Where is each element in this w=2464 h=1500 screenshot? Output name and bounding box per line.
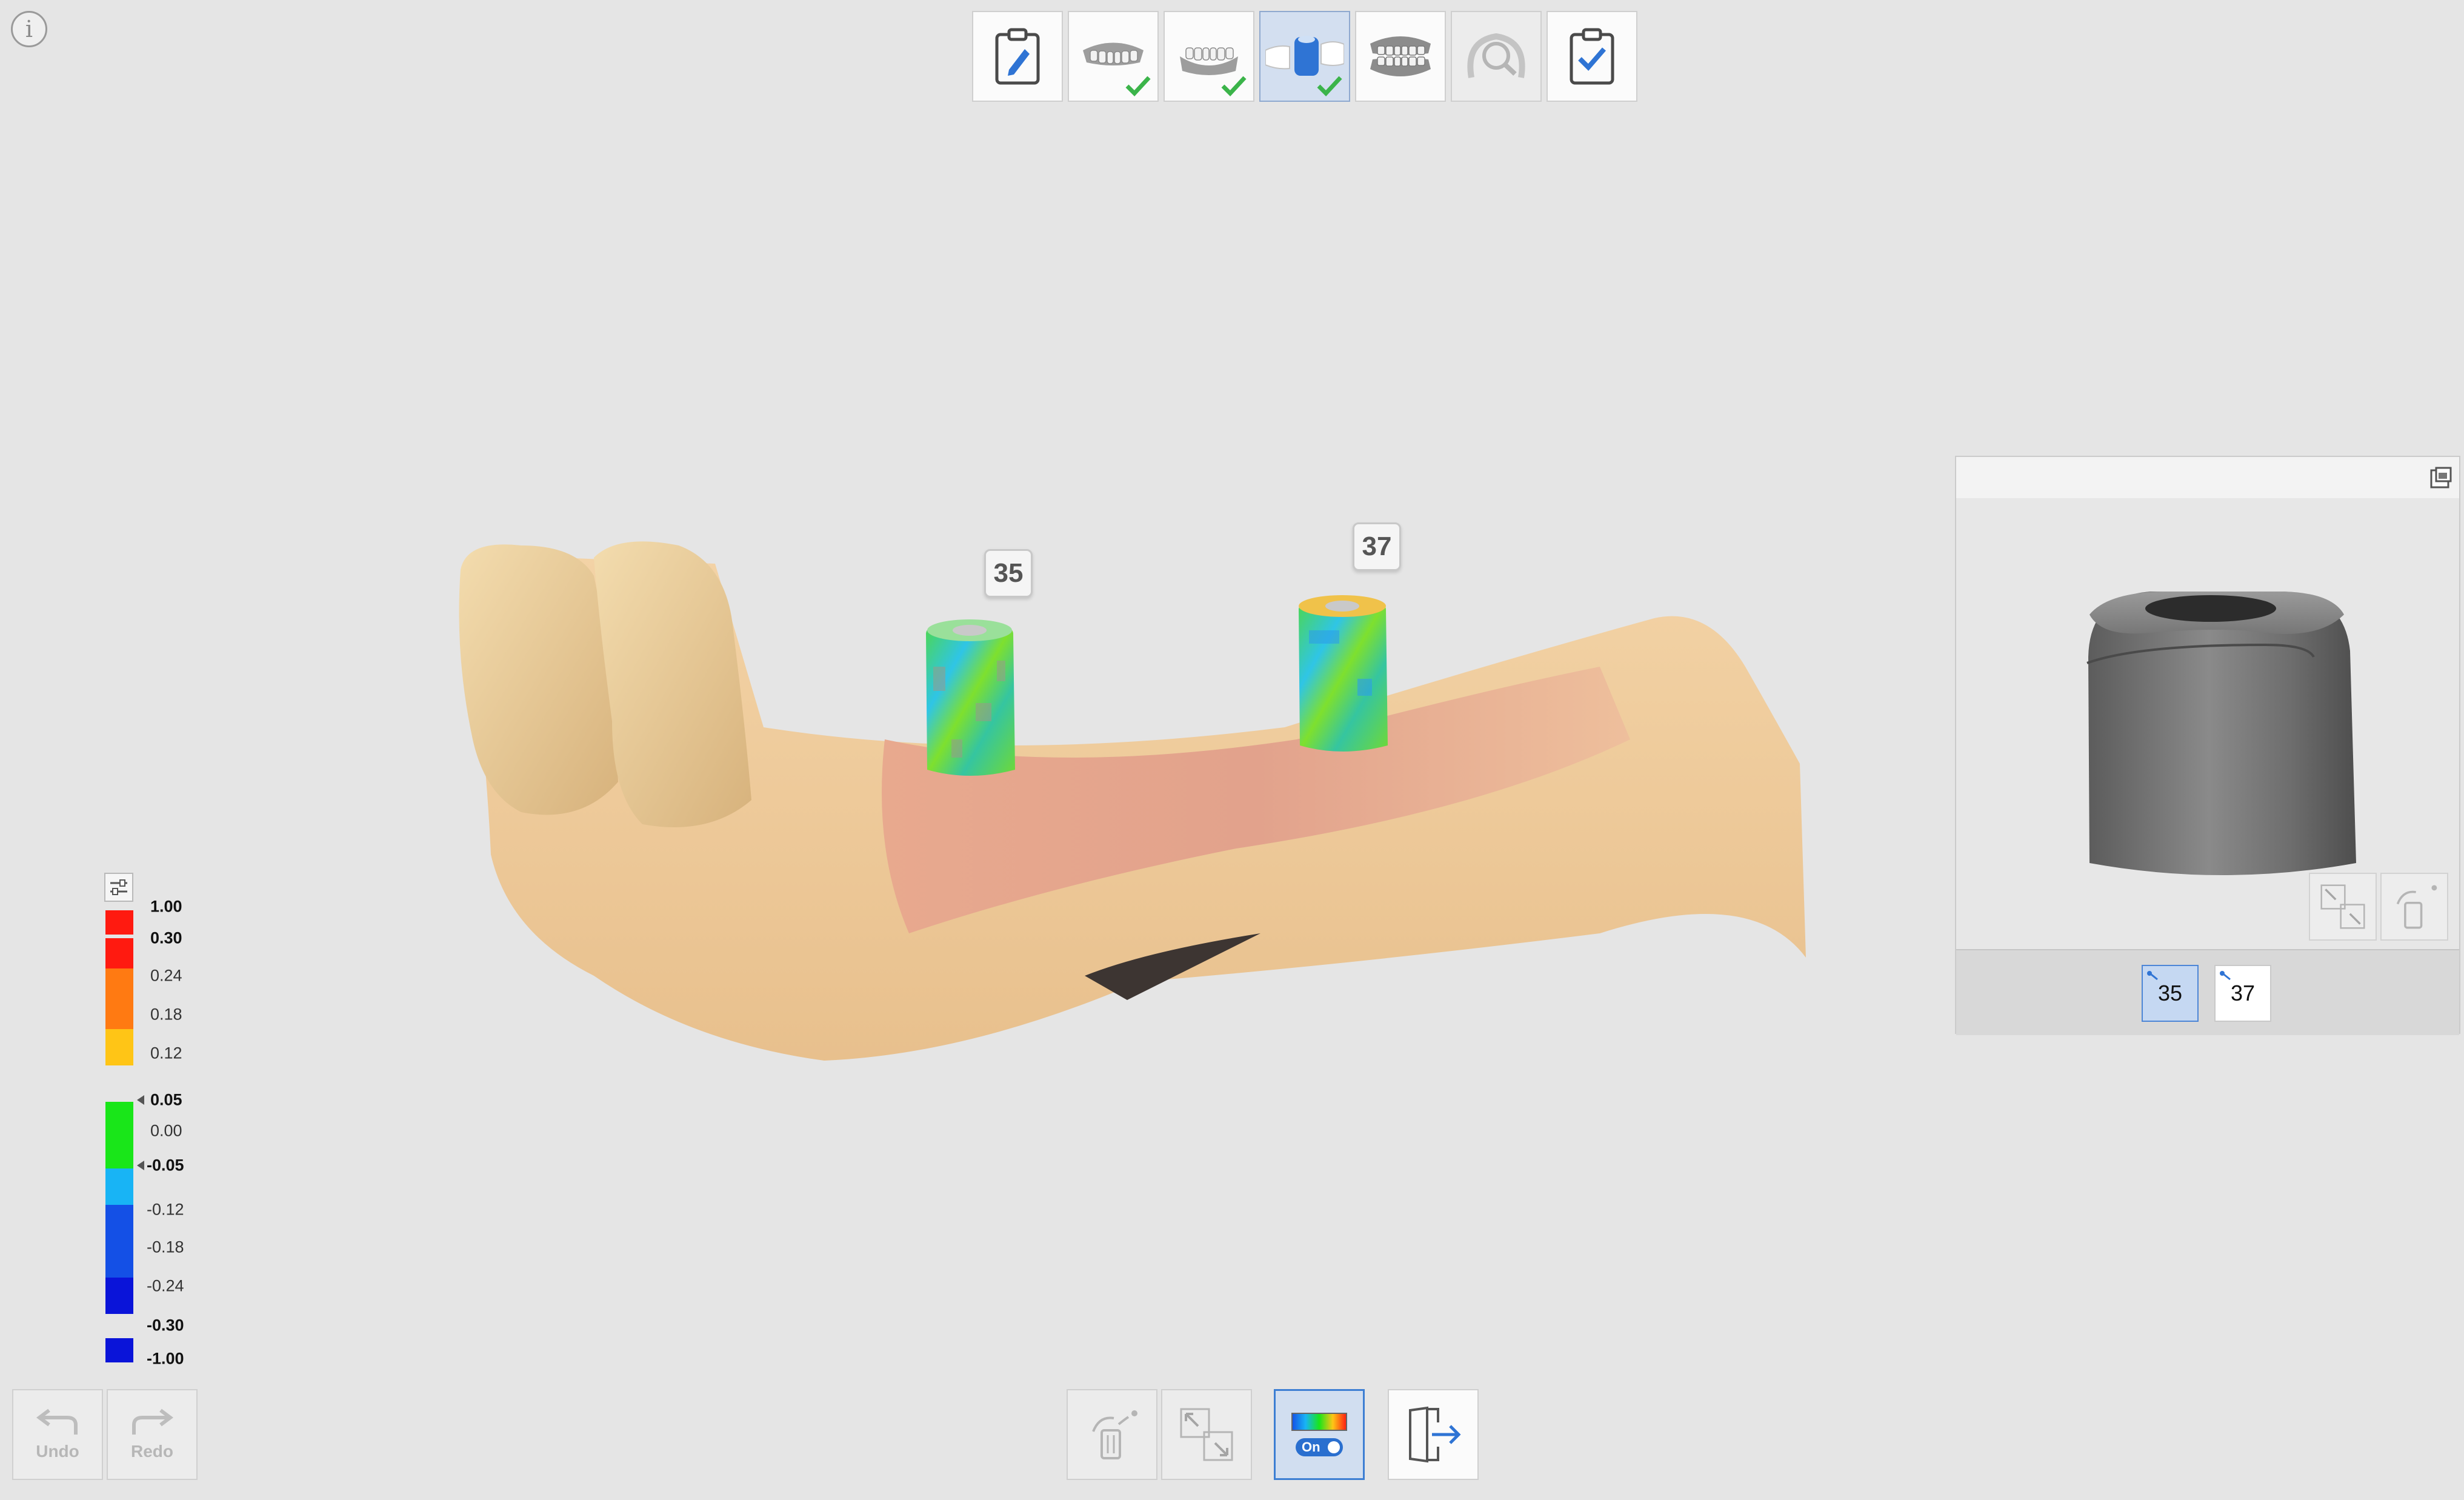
legend-value-label: 0.00 bbox=[150, 1121, 182, 1140]
fit-to-screen-icon bbox=[2320, 884, 2365, 929]
undo-icon bbox=[36, 1408, 78, 1435]
scanbody-tab-label: 35 bbox=[2157, 981, 2183, 1005]
scanbody-mini-icon bbox=[2147, 971, 2158, 981]
info-button[interactable]: i bbox=[11, 11, 47, 47]
legend-color-segment bbox=[105, 1278, 133, 1314]
legend-settings-button[interactable] bbox=[104, 873, 133, 902]
legend-color-segment bbox=[105, 1029, 133, 1065]
legend-value-label: 0.24 bbox=[150, 966, 182, 985]
trim-eraser-icon bbox=[1092, 1410, 1137, 1459]
legend-value-label: -0.24 bbox=[147, 1276, 184, 1295]
popout-icon[interactable] bbox=[2429, 465, 2453, 490]
color-map-icon bbox=[1291, 1413, 1347, 1431]
scan-viewport[interactable]: 35 37 bbox=[448, 509, 1824, 1091]
scanbody-35 bbox=[926, 619, 1015, 776]
scanbody-37 bbox=[1299, 595, 1388, 752]
jaw-magnify-icon bbox=[1467, 33, 1525, 78]
check-clipboard-icon bbox=[1570, 28, 1614, 85]
edit-clipboard-icon bbox=[995, 28, 1040, 85]
legend-color-segment bbox=[105, 1205, 133, 1241]
info-icon: i bbox=[25, 16, 33, 42]
legend-value-label: -0.05 bbox=[147, 1156, 184, 1175]
trim-eraser-icon bbox=[2396, 885, 2437, 929]
legend-color-segment bbox=[105, 1338, 133, 1362]
legend-value-label: 1.00 bbox=[150, 897, 182, 916]
trim-button[interactable] bbox=[1067, 1389, 1157, 1480]
legend-value-label: 0.12 bbox=[150, 1044, 182, 1062]
tooth-label-37[interactable]: 37 bbox=[1353, 522, 1401, 571]
panel-header bbox=[1956, 457, 2459, 498]
legend-color-segment bbox=[105, 1102, 133, 1168]
redo-icon bbox=[132, 1408, 173, 1435]
step-upper-jaw-button[interactable] bbox=[1068, 11, 1159, 102]
fit-to-screen-icon bbox=[1180, 1408, 1233, 1461]
occlusion-icon bbox=[1370, 36, 1431, 76]
step-analysis-button[interactable] bbox=[1451, 11, 1542, 102]
redo-label: Redo bbox=[131, 1442, 173, 1461]
check-icon bbox=[1125, 76, 1151, 97]
upper-jaw-icon bbox=[1083, 42, 1144, 65]
preview-trim-button[interactable] bbox=[2380, 873, 2448, 941]
undo-button[interactable]: Undo bbox=[12, 1389, 103, 1480]
legend-color-segment bbox=[105, 968, 133, 999]
legend-lower-threshold-marker[interactable] bbox=[137, 1161, 144, 1170]
legend-upper-threshold-marker[interactable] bbox=[137, 1095, 144, 1105]
step-notes-button[interactable] bbox=[972, 11, 1063, 102]
bottom-toolbar: On bbox=[1067, 1389, 1479, 1480]
step-complete-button[interactable] bbox=[1547, 11, 1637, 102]
legend-value-label: 0.05 bbox=[150, 1090, 182, 1109]
legend-value-label: -0.30 bbox=[147, 1316, 184, 1335]
scanbody-tab-label: 37 bbox=[2230, 981, 2256, 1005]
fit-view-button[interactable] bbox=[1161, 1389, 1252, 1480]
dental-scan-model bbox=[459, 541, 1806, 1061]
step-lower-jaw-button[interactable] bbox=[1164, 11, 1254, 102]
legend-color-segment bbox=[105, 938, 133, 968]
redo-button[interactable]: Redo bbox=[107, 1389, 198, 1480]
sliders-icon bbox=[110, 879, 127, 895]
lower-jaw-icon bbox=[1180, 47, 1238, 75]
step-scanbody-button[interactable] bbox=[1259, 11, 1350, 102]
undo-label: Undo bbox=[36, 1442, 79, 1461]
check-icon bbox=[1317, 76, 1342, 97]
workflow-toolbar bbox=[972, 11, 1637, 102]
exit-door-icon bbox=[1409, 1406, 1461, 1463]
preview-fit-view-button[interactable] bbox=[2309, 873, 2377, 941]
scanbody-3d-preview[interactable] bbox=[2029, 548, 2392, 899]
tooth-label-35[interactable]: 35 bbox=[984, 549, 1033, 598]
exit-button[interactable] bbox=[1388, 1389, 1479, 1480]
legend-value-label: -0.18 bbox=[147, 1238, 184, 1256]
scanbody-tab-35[interactable]: 35 bbox=[2142, 965, 2199, 1022]
legend-value-label: -0.12 bbox=[147, 1200, 184, 1219]
legend-value-label: 0.18 bbox=[150, 1005, 182, 1024]
scanbody-mini-icon bbox=[2220, 971, 2231, 981]
legend-color-segment bbox=[105, 1168, 133, 1205]
check-icon bbox=[1221, 76, 1247, 97]
switch-knob bbox=[1328, 1441, 1340, 1453]
legend-color-segment bbox=[105, 1241, 133, 1278]
scanbody-tab-strip: 35 37 bbox=[1956, 949, 2459, 1035]
color-map-switch[interactable]: On bbox=[1296, 1438, 1343, 1456]
legend-color-segment bbox=[105, 999, 133, 1029]
legend-value-label: -1.00 bbox=[147, 1349, 184, 1368]
scanbody-preview-panel: 35 37 bbox=[1955, 456, 2460, 1035]
color-map-toggle-button[interactable]: On bbox=[1274, 1389, 1365, 1480]
legend-color-segment bbox=[105, 910, 133, 935]
legend-value-label: 0.30 bbox=[150, 928, 182, 947]
step-occlusion-button[interactable] bbox=[1355, 11, 1446, 102]
scanbody-tab-37[interactable]: 37 bbox=[2214, 965, 2271, 1022]
color-map-switch-label: On bbox=[1302, 1439, 1320, 1455]
deviation-color-legend: 1.00 0.30 0.24 0.18 0.12 0.05 0.00 -0.05 -0.12 -0… bbox=[103, 873, 212, 1370]
